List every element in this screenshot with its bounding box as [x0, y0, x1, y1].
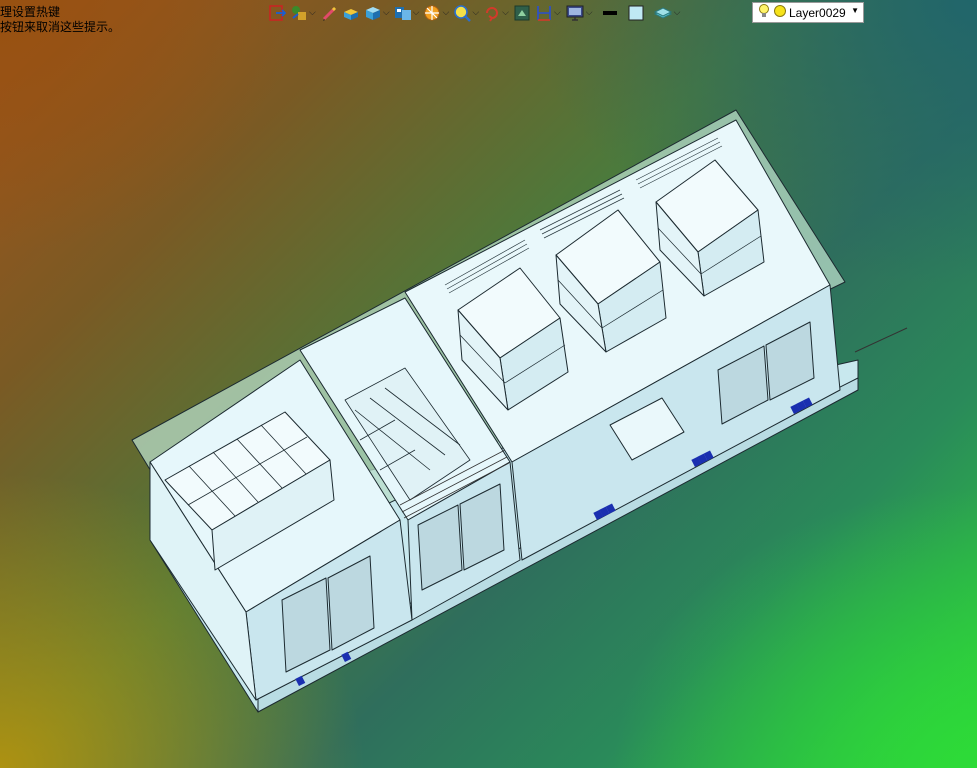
antenna-line: [854, 327, 908, 353]
model-viewport[interactable]: ▆▆▆ ▆▆▆ ▆▆▆ ▆ ▆: [0, 0, 977, 768]
